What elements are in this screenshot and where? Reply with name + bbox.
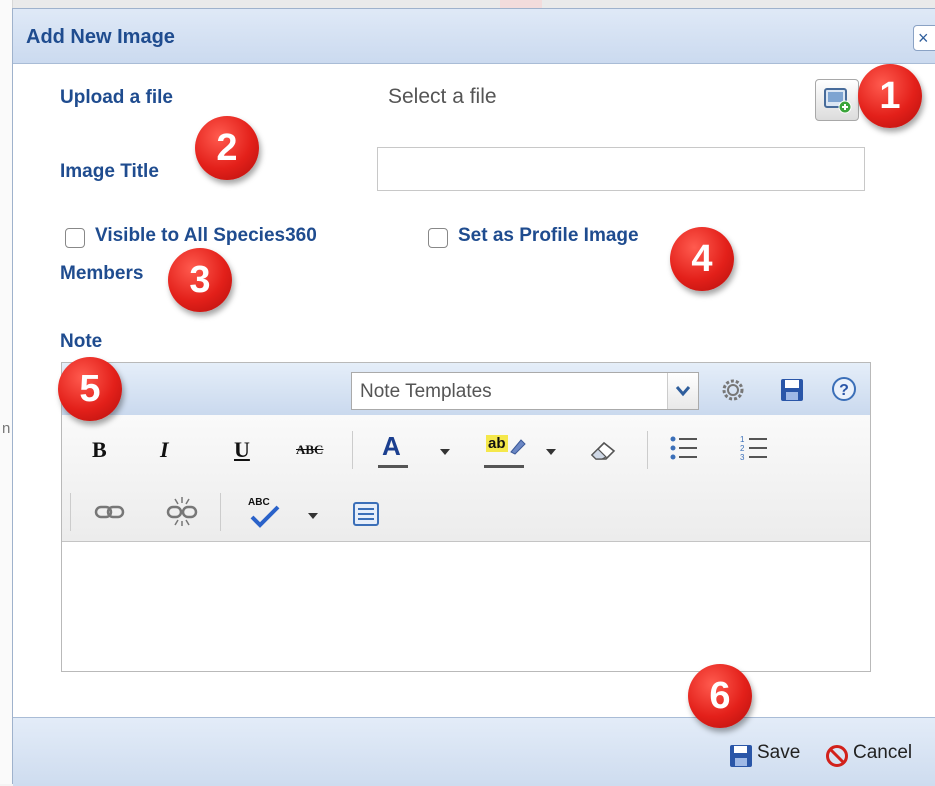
dialog-footer: Save Cancel — [13, 717, 935, 786]
note-templates-value: Note Templates — [360, 381, 492, 402]
bold-button[interactable]: B — [92, 437, 107, 463]
strikethrough-button[interactable]: ABC — [296, 442, 323, 458]
note-editor: Note Templates ? B I U ABC A ab 1 2 3 AB… — [61, 362, 871, 672]
chevron-down-icon[interactable] — [667, 373, 698, 409]
link-icon[interactable] — [94, 501, 126, 523]
highlight-button[interactable]: ab — [486, 435, 508, 452]
note-label: Note — [60, 331, 103, 352]
add-image-dialog: Add New Image × Upload a file Select a f… — [12, 8, 935, 786]
unlink-icon[interactable] — [166, 495, 198, 527]
background-top-strip — [0, 0, 935, 8]
source-view-icon[interactable] — [352, 501, 380, 527]
floppy-disk-icon — [730, 745, 752, 767]
callout-3: 3 — [168, 248, 232, 312]
callout-1: 1 — [858, 64, 922, 128]
upload-file-label: Upload a file — [60, 87, 173, 108]
underline-button[interactable]: U — [234, 437, 250, 463]
svg-text:3: 3 — [740, 453, 745, 462]
background-text-fragment: n — [2, 420, 11, 437]
image-title-label: Image Title — [60, 161, 159, 182]
highlighter-pen-icon — [510, 439, 526, 455]
note-templates-select[interactable]: Note Templates — [351, 372, 699, 410]
highlight-swatch — [484, 465, 524, 468]
floppy-disk-icon[interactable] — [779, 377, 805, 403]
font-color-button[interactable]: A — [382, 431, 401, 462]
toolbar-separator — [647, 431, 648, 469]
toolbar-separator — [352, 431, 353, 469]
dialog-title: Add New Image — [26, 26, 175, 48]
highlight-dropdown-icon[interactable] — [546, 449, 556, 455]
gear-icon[interactable] — [718, 375, 748, 405]
image-upload-icon — [824, 88, 852, 114]
callout-4: 4 — [670, 227, 734, 291]
profile-image-label: Set as Profile Image — [458, 225, 639, 246]
profile-image-checkbox[interactable] — [428, 228, 448, 248]
cancel-button[interactable]: Cancel — [853, 742, 912, 764]
bulleted-list-icon[interactable] — [668, 433, 700, 463]
visible-to-all-label-line2: Members — [60, 263, 144, 284]
spellcheck-icon — [250, 505, 280, 528]
save-button[interactable]: Save — [757, 742, 800, 764]
no-entry-icon — [826, 745, 848, 767]
font-color-dropdown-icon[interactable] — [440, 449, 450, 455]
editor-toolbar: B I U ABC A ab 1 2 3 ABC — [62, 415, 870, 542]
close-button[interactable]: × — [913, 25, 935, 51]
help-icon[interactable]: ? — [830, 375, 858, 403]
callout-6: 6 — [688, 664, 752, 728]
spellcheck-dropdown-icon[interactable] — [308, 513, 318, 519]
callout-5: 5 — [58, 357, 122, 421]
toolbar-separator — [220, 493, 221, 531]
note-text-area[interactable] — [62, 542, 870, 671]
image-title-input[interactable] — [377, 147, 865, 191]
toolbar-separator — [70, 493, 71, 531]
select-file-text[interactable]: Select a file — [388, 85, 497, 109]
visible-to-all-label: Visible to All Species360 — [95, 225, 317, 246]
callout-2: 2 — [195, 116, 259, 180]
file-browse-button[interactable] — [815, 79, 859, 121]
background-tab-fragment — [500, 0, 542, 8]
dialog-titlebar: Add New Image × — [13, 9, 935, 64]
svg-text:1: 1 — [740, 435, 745, 444]
numbered-list-icon[interactable]: 1 2 3 — [738, 433, 770, 463]
eraser-icon[interactable] — [588, 437, 618, 463]
svg-text:?: ? — [839, 382, 849, 399]
svg-text:2: 2 — [740, 444, 745, 453]
visible-to-all-checkbox[interactable] — [65, 228, 85, 248]
italic-button[interactable]: I — [160, 437, 169, 463]
font-color-swatch — [378, 465, 408, 468]
editor-top-bar: Note Templates ? — [62, 363, 870, 416]
